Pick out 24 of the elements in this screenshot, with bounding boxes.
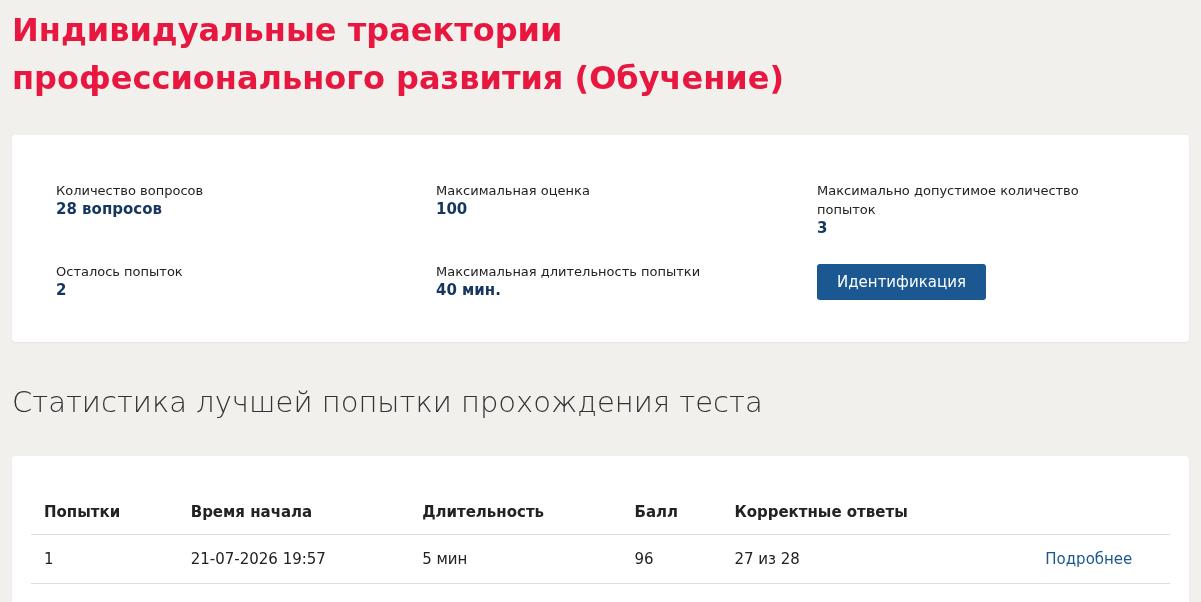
stat-label: Максимально допустимое количество попыток (817, 182, 1080, 219)
column-header: Длительность (409, 490, 622, 535)
table-cell: 27 из 28 (721, 534, 1008, 584)
table-cell: 96 (621, 534, 722, 584)
stat-value: 40 мин. (436, 281, 502, 300)
stat-value: 3 (817, 219, 829, 238)
stat-value: 28 вопросов (56, 200, 163, 219)
details-link[interactable]: Подробнее (1045, 550, 1133, 568)
stat-label: Максимальная оценка (436, 182, 591, 200)
column-header: Попытки (31, 490, 178, 535)
stat-value: 100 (436, 200, 469, 219)
column-header: Балл (621, 490, 722, 535)
column-header: Корректные ответы (721, 490, 1008, 535)
column-header: Время начала (177, 490, 410, 535)
stat-label: Осталось попыток (56, 263, 184, 281)
page-title: Индивидуальные траектории профессионального развития (Обучение) (12, 10, 786, 99)
stat-label: Максимальная длительность попытки (436, 263, 702, 281)
table-cell: 21-07-2026 19:57 (177, 534, 410, 584)
stat-label: Количество вопросов (56, 182, 205, 200)
table-cell: 5 мин (409, 534, 622, 584)
table-cell: 1 (31, 534, 178, 584)
identification-button[interactable]: Идентификация (817, 264, 986, 300)
section-heading: Статистика лучшей попытки прохождения теста (12, 384, 764, 421)
stat-value: 2 (56, 281, 68, 300)
